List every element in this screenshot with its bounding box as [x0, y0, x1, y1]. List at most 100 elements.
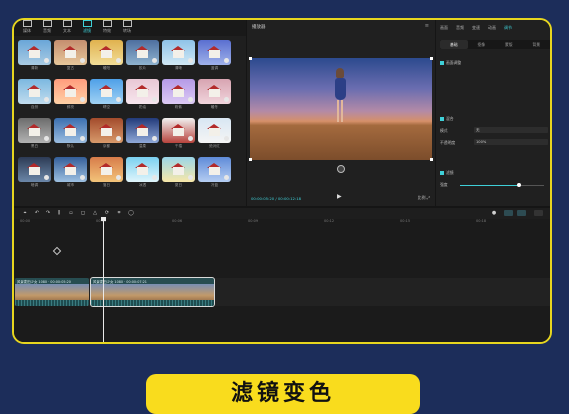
filter-thumbnail[interactable]: 黑白 — [18, 118, 51, 152]
filter-thumbnail[interactable]: 粉紫 — [162, 79, 195, 113]
filter-thumbnail[interactable]: 复古 — [54, 40, 87, 74]
download-icon[interactable] — [188, 175, 193, 180]
download-icon[interactable] — [224, 136, 229, 141]
download-icon[interactable] — [188, 97, 193, 102]
download-icon[interactable] — [152, 136, 157, 141]
filter-thumbnail[interactable]: 京都 — [90, 118, 123, 152]
rotate-icon[interactable]: ⟳ — [104, 210, 110, 216]
download-icon[interactable] — [80, 136, 85, 141]
cursor-icon[interactable]: ⌖ — [22, 210, 28, 216]
tab-picture[interactable]: 画面 — [440, 25, 448, 31]
menu-icon[interactable]: ≡ — [425, 23, 429, 29]
download-icon[interactable] — [116, 175, 121, 180]
resize-handle[interactable] — [430, 158, 433, 161]
zoom-icon[interactable]: ◯ — [128, 210, 134, 216]
filter-thumbnail[interactable]: 冷蓝 — [198, 157, 231, 191]
freeze-icon[interactable]: ◻ — [80, 210, 86, 216]
download-icon[interactable] — [188, 136, 193, 141]
tab-media[interactable]: 媒体 — [18, 20, 36, 34]
filter-thumbnail[interactable]: 千禧 — [162, 118, 195, 152]
download-icon[interactable] — [152, 175, 157, 180]
download-icon[interactable] — [80, 58, 85, 63]
slider-knob[interactable] — [517, 183, 522, 187]
download-icon[interactable] — [224, 58, 229, 63]
download-icon[interactable] — [224, 175, 229, 180]
filter-thumbnail[interactable]: 落日 — [90, 157, 123, 191]
tab-transition[interactable]: 转场 — [118, 20, 136, 34]
snap-toggle[interactable] — [504, 210, 513, 216]
tab-speed[interactable]: 变速 — [472, 25, 480, 31]
filter-thumbnail[interactable]: 暖阳 — [90, 40, 123, 74]
tab-animation[interactable]: 动画 — [488, 25, 496, 31]
filter-thumbnail[interactable]: 胶片 — [126, 40, 159, 74]
crop-icon[interactable]: ⌗ — [116, 210, 122, 216]
download-icon[interactable] — [188, 58, 193, 63]
download-icon[interactable] — [44, 97, 49, 102]
filter-thumbnail[interactable]: 暗调 — [18, 157, 51, 191]
download-icon[interactable] — [44, 136, 49, 141]
tab-audio[interactable]: 音频 — [38, 20, 56, 34]
filter-thumbnail[interactable]: 城市 — [54, 157, 87, 191]
filter-thumbnail[interactable]: 暖冬 — [198, 79, 231, 113]
rotate-handle[interactable] — [337, 165, 345, 173]
split-icon[interactable]: ⫼ — [56, 210, 62, 216]
filter-thumbnail[interactable]: 蓝调 — [198, 40, 231, 74]
tab-text[interactable]: 文本 — [58, 20, 76, 34]
subtab-cutout[interactable]: 抠像 — [468, 40, 496, 49]
download-icon[interactable] — [44, 175, 49, 180]
subtab-background[interactable]: 背景 — [523, 40, 551, 49]
filter-thumbnail[interactable]: 温柔 — [126, 118, 159, 152]
resize-handle[interactable] — [249, 57, 252, 60]
download-icon[interactable] — [224, 97, 229, 102]
download-icon[interactable] — [44, 58, 49, 63]
subtab-basic[interactable]: 基础 — [440, 40, 468, 49]
intensity-slider[interactable] — [460, 183, 544, 187]
play-button[interactable]: ▶ — [337, 193, 342, 200]
mirror-icon[interactable]: △ — [92, 210, 98, 216]
filter-thumbnail[interactable]: 晴空 — [90, 79, 123, 113]
filter-thumbnail[interactable]: 鲜亮 — [54, 79, 87, 113]
undo-icon[interactable]: ↶ — [34, 210, 40, 216]
resize-handle[interactable] — [430, 57, 433, 60]
checkbox-icon[interactable] — [440, 61, 444, 65]
download-icon[interactable] — [116, 136, 121, 141]
blend-row[interactable]: 混合 — [440, 116, 454, 122]
mic-icon[interactable]: ● — [491, 210, 497, 216]
time-ruler[interactable]: 00:0000:0300:0600:0900:1200:1500:1800:21 — [14, 219, 550, 226]
filter-thumbnail[interactable]: 夏日 — [162, 157, 195, 191]
download-icon[interactable] — [80, 97, 85, 102]
filter-thumbnail[interactable]: 自然 — [18, 79, 51, 113]
tab-effects[interactable]: 特效 — [98, 20, 116, 34]
link-toggle[interactable] — [517, 210, 526, 216]
download-icon[interactable] — [152, 58, 157, 63]
download-icon[interactable] — [80, 175, 85, 180]
redo-icon[interactable]: ↷ — [45, 210, 51, 216]
download-icon[interactable] — [116, 97, 121, 102]
tab-audio-prop[interactable]: 音频 — [456, 25, 464, 31]
delete-icon[interactable]: ▫ — [68, 210, 74, 216]
tab-filter[interactable]: 滤镜 — [78, 20, 96, 34]
video-preview[interactable] — [249, 57, 433, 161]
playhead[interactable] — [103, 219, 104, 342]
subtab-mask[interactable]: 蒙版 — [495, 40, 523, 49]
filter-thumbnail[interactable]: 默认 — [54, 118, 87, 152]
filter-thumbnail[interactable]: 清新 — [18, 40, 51, 74]
filter-thumbnail[interactable]: 绝对红 — [198, 118, 231, 152]
transform-row[interactable]: 画面调整 — [440, 60, 461, 66]
checkbox-icon[interactable] — [440, 117, 444, 121]
keyframe-icon[interactable] — [52, 246, 62, 256]
fullscreen-icon[interactable]: ⤢ — [427, 195, 430, 200]
download-icon[interactable] — [152, 97, 157, 102]
filter-thumbnail[interactable]: 冰透 — [126, 157, 159, 191]
preview-toggle[interactable] — [534, 210, 543, 216]
checkbox-icon[interactable] — [440, 171, 444, 175]
ratio-button[interactable]: 比例 — [418, 195, 426, 200]
filter-thumbnail[interactable]: 奶油 — [126, 79, 159, 113]
opacity-field[interactable]: 100% — [474, 139, 548, 145]
resize-handle[interactable] — [249, 158, 252, 161]
filter-thumbnail[interactable]: 清晰 — [162, 40, 195, 74]
download-icon[interactable] — [116, 58, 121, 63]
filter-row[interactable]: 滤镜 — [440, 170, 454, 176]
video-clip[interactable]: 风景麦田少女 1080 · 00:00:05:20 — [15, 278, 89, 306]
video-clip-selected[interactable]: 风景麦田少女 1080 · 00:00:07:21 — [90, 277, 215, 307]
